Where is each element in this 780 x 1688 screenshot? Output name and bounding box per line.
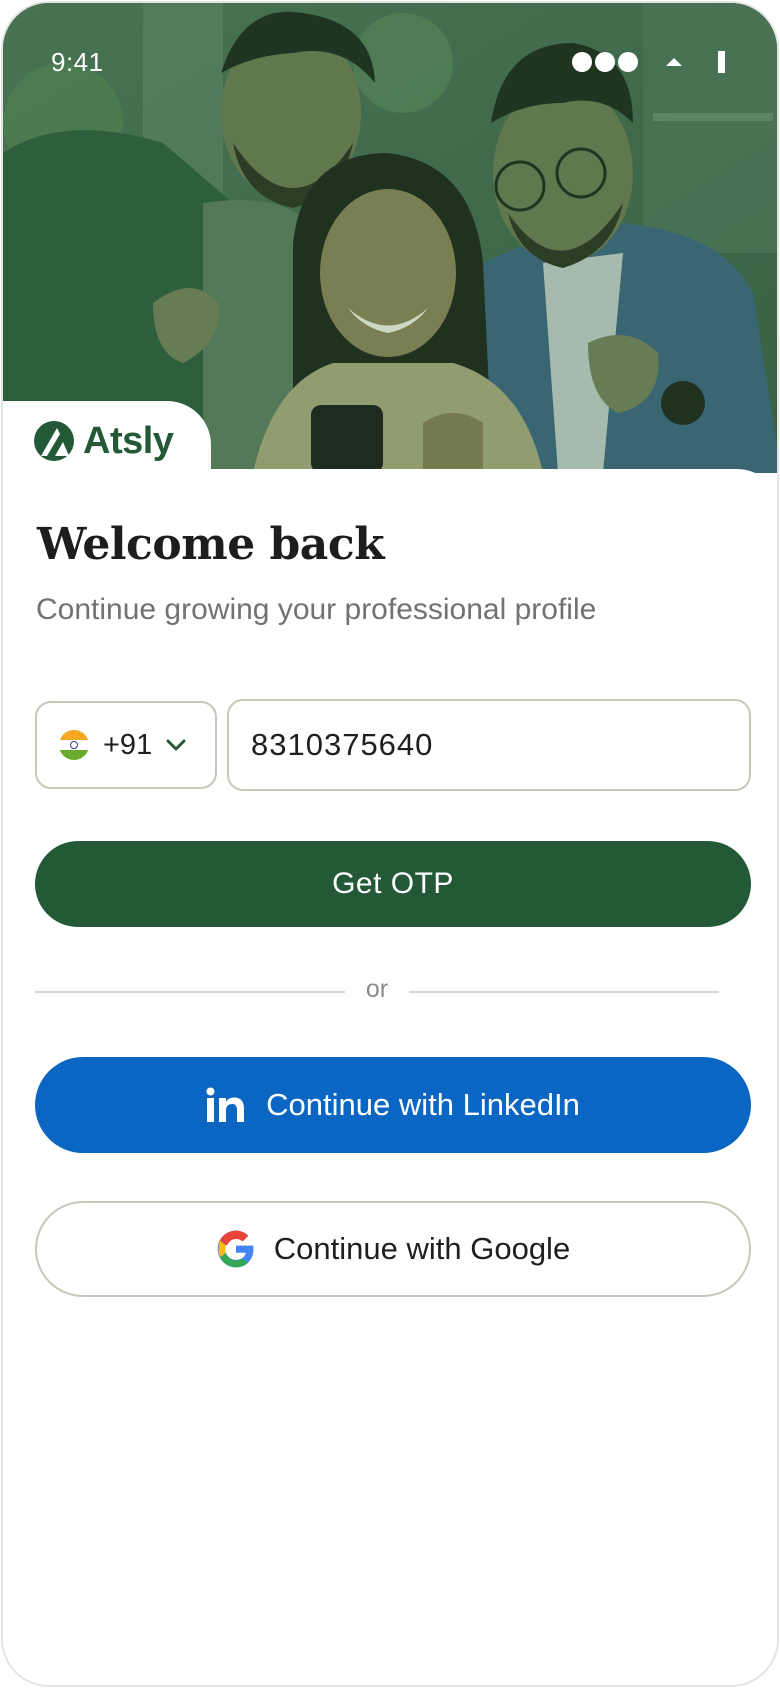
google-button-label: Continue with Google — [273, 1231, 571, 1266]
google-icon — [217, 1230, 254, 1268]
status-time: 9:41 — [51, 47, 104, 77]
signal-icon — [572, 52, 638, 72]
page-title: Welcome back — [37, 519, 385, 570]
country-code: +91 — [103, 728, 153, 761]
status-icons — [572, 51, 725, 73]
india-flag-icon — [59, 730, 89, 760]
linkedin-icon — [206, 1087, 245, 1122]
brand-name: Atsly — [83, 419, 174, 462]
divider-or-text: or — [365, 975, 389, 1003]
brand-logo: Atsly — [3, 401, 211, 481]
linkedin-button-label: Continue with LinkedIn — [266, 1087, 580, 1122]
linkedin-login-button[interactable]: Continue with LinkedIn — [35, 1057, 751, 1153]
google-login-button[interactable]: Continue with Google — [35, 1201, 751, 1297]
divider-line-right — [409, 991, 719, 993]
wifi-icon — [666, 58, 682, 66]
get-otp-button[interactable]: Get OTP — [35, 841, 751, 927]
divider-line-left — [35, 991, 345, 993]
phone-screen: 9:41 Atsly Welcome back Continue growing… — [1, 1, 779, 1687]
battery-icon — [718, 51, 725, 73]
atsly-logo-icon — [34, 421, 74, 461]
country-code-selector[interactable]: +91 — [35, 701, 217, 789]
phone-number-input[interactable] — [227, 699, 751, 791]
page-subtitle: Continue growing your professional profi… — [36, 593, 597, 626]
chevron-down-icon — [166, 739, 186, 751]
